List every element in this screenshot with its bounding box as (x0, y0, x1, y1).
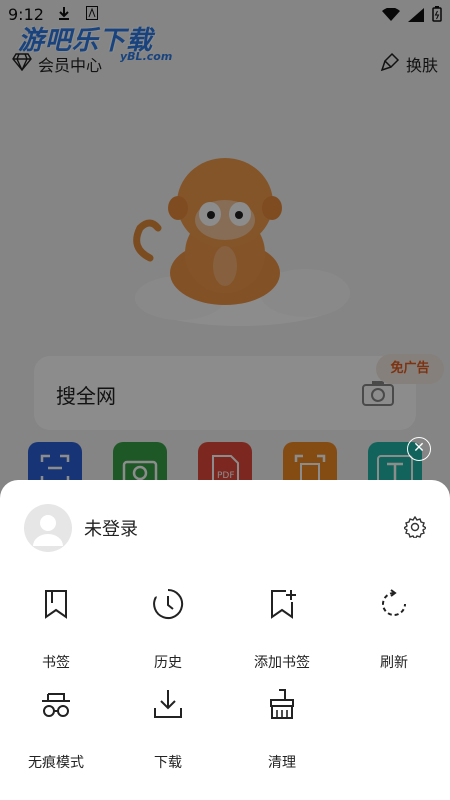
menu-item-download[interactable]: 下载 (118, 688, 218, 778)
menu-item-history[interactable]: 历史 (118, 588, 218, 678)
browser-home-screen: 9:12 游吧乐下载 yBL.com 会员中心 换肤 搜全网 免广告 PDF ✕… (0, 0, 450, 800)
menu-bottom-sheet: 未登录 书签 历史 添加书签 刷新 无痕模式 下载 清理 (0, 480, 450, 800)
download-icon (152, 688, 184, 720)
avatar (24, 504, 72, 552)
menu-item-incognito[interactable]: 无痕模式 (6, 688, 106, 778)
menu-item-label: 无痕模式 (28, 755, 84, 771)
gear-icon[interactable] (402, 515, 428, 542)
menu-item-label: 添加书签 (254, 655, 310, 671)
user-login-row[interactable]: 未登录 (24, 504, 138, 552)
incognito-icon (40, 688, 72, 720)
history-icon (152, 588, 184, 620)
refresh-icon (378, 588, 410, 620)
menu-item-add-bookmark[interactable]: 添加书签 (232, 588, 332, 678)
menu-item-label: 书签 (42, 655, 70, 671)
menu-item-bookmarks[interactable]: 书签 (6, 588, 106, 678)
clean-icon (266, 688, 298, 720)
login-status: 未登录 (84, 519, 138, 540)
menu-item-refresh[interactable]: 刷新 (344, 588, 444, 678)
menu-item-label: 历史 (154, 655, 182, 671)
menu-item-label: 清理 (268, 755, 296, 771)
bookmark-icon (40, 588, 72, 620)
menu-item-clean[interactable]: 清理 (232, 688, 332, 778)
close-icon[interactable]: ✕ (407, 437, 431, 461)
menu-item-label: 刷新 (380, 655, 408, 671)
add-bookmark-icon (266, 588, 298, 620)
menu-item-label: 下载 (154, 755, 182, 771)
